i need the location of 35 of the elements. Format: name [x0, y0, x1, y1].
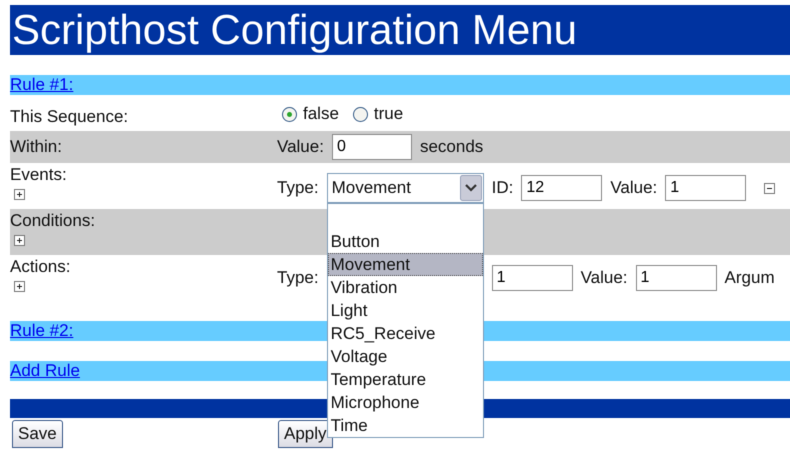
- rule-link[interactable]: Rule #2:: [10, 321, 74, 340]
- field-label: Events:: [10, 165, 68, 185]
- expand-icon[interactable]: [14, 281, 25, 292]
- input-field[interactable]: 12: [521, 175, 602, 201]
- dropdown-option[interactable]: Movement: [328, 253, 483, 276]
- field-label: Type:: [277, 178, 319, 198]
- radio-label: false: [303, 104, 339, 124]
- input-field[interactable]: 1: [665, 175, 746, 201]
- field-label: Argum: [724, 268, 775, 288]
- chevron-down-icon[interactable]: [460, 175, 482, 201]
- field-label: Type:: [277, 268, 319, 288]
- field-label: This Sequence:: [10, 107, 130, 127]
- expand-icon[interactable]: [14, 189, 25, 200]
- unit-label: seconds: [420, 137, 484, 157]
- input-field[interactable]: 1: [492, 265, 573, 291]
- radio-label: true: [374, 104, 404, 124]
- add-rule-link[interactable]: Add Rule: [10, 361, 80, 380]
- action-button[interactable]: Save: [12, 420, 63, 448]
- field-label: Value:: [277, 137, 324, 157]
- field-label: ID:: [492, 178, 514, 198]
- action-button[interactable]: Apply: [278, 420, 333, 448]
- input-field[interactable]: 1: [636, 265, 717, 291]
- expand-icon[interactable]: [14, 235, 25, 246]
- field-label: Conditions:: [10, 211, 96, 231]
- field-label: Value:: [610, 178, 658, 198]
- field-label: Within:: [10, 137, 63, 157]
- input-field[interactable]: 0: [332, 134, 412, 160]
- collapse-icon[interactable]: [764, 182, 776, 194]
- type-dropdown[interactable]: Movement: [326, 173, 484, 203]
- radio-button[interactable]: [352, 106, 368, 122]
- field-label: Value:: [580, 268, 628, 288]
- radio-button[interactable]: [282, 106, 297, 122]
- rule-link[interactable]: Rule #1:: [10, 75, 74, 94]
- page-title: Scripthost Configuration Menu: [10, 5, 790, 55]
- field-label: Actions:: [10, 257, 72, 277]
